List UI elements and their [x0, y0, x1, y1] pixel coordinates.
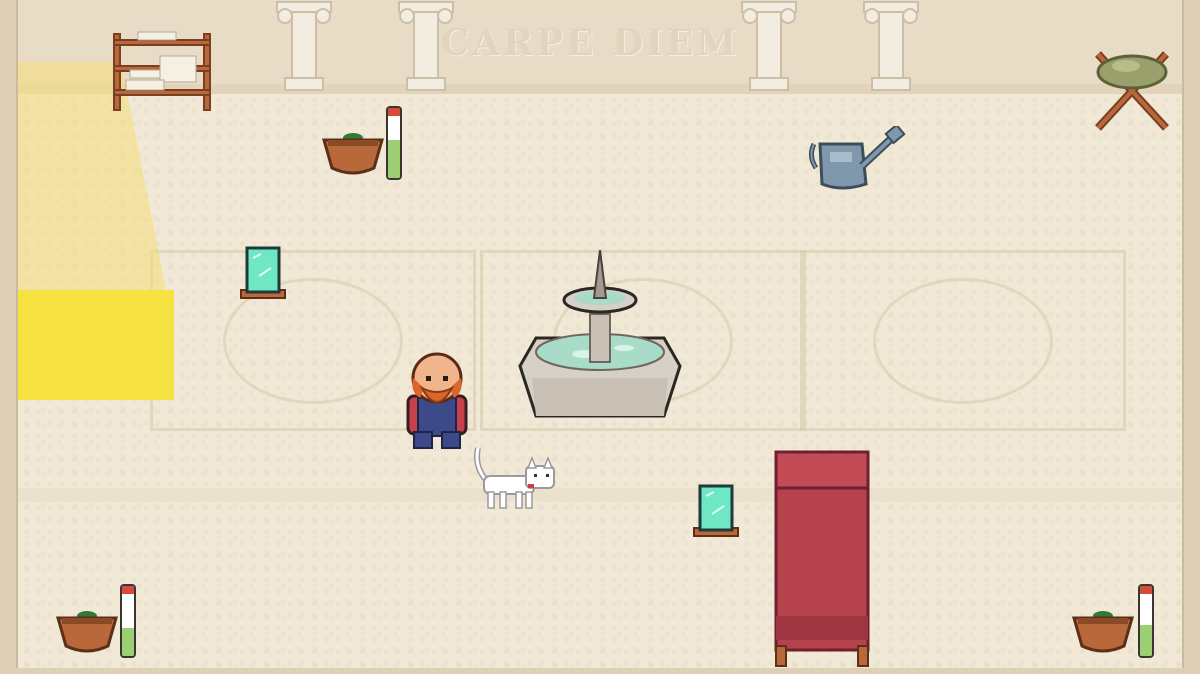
right-wall: [1182, 0, 1200, 674]
shelf-icon[interactable]: [110, 30, 214, 112]
sunlight-patch: [16, 290, 174, 400]
cactus-stand-icon[interactable]: [1086, 42, 1182, 138]
plant-water-meter: [120, 584, 136, 658]
plant-pot-icon[interactable]: [1072, 606, 1134, 656]
floor-divider: [16, 488, 1184, 502]
crystal-frame-icon[interactable]: [690, 484, 742, 540]
column-icon: [863, 1, 919, 91]
plant-pot-icon[interactable]: [56, 606, 118, 656]
left-wall: [0, 0, 18, 674]
game-scene: CARPE DIEM: [0, 0, 1200, 674]
column-icon: [398, 1, 454, 91]
plant-pot-icon[interactable]: [322, 128, 384, 178]
cat-icon[interactable]: [470, 444, 564, 514]
player-character-icon[interactable]: [398, 352, 476, 450]
red-bench-icon[interactable]: [774, 450, 870, 668]
bottom-wall: [0, 668, 1200, 674]
floor-mosaic-right: [800, 250, 1126, 431]
plant-water-meter: [386, 106, 402, 180]
wall-inscription: CARPE DIEM: [440, 22, 740, 64]
fountain-icon[interactable]: [514, 248, 686, 426]
plant-water-meter: [1138, 584, 1154, 658]
crystal-frame-icon[interactable]: [237, 246, 289, 302]
column-icon: [276, 1, 332, 91]
watering-can-icon[interactable]: [806, 126, 906, 192]
column-icon: [741, 1, 797, 91]
